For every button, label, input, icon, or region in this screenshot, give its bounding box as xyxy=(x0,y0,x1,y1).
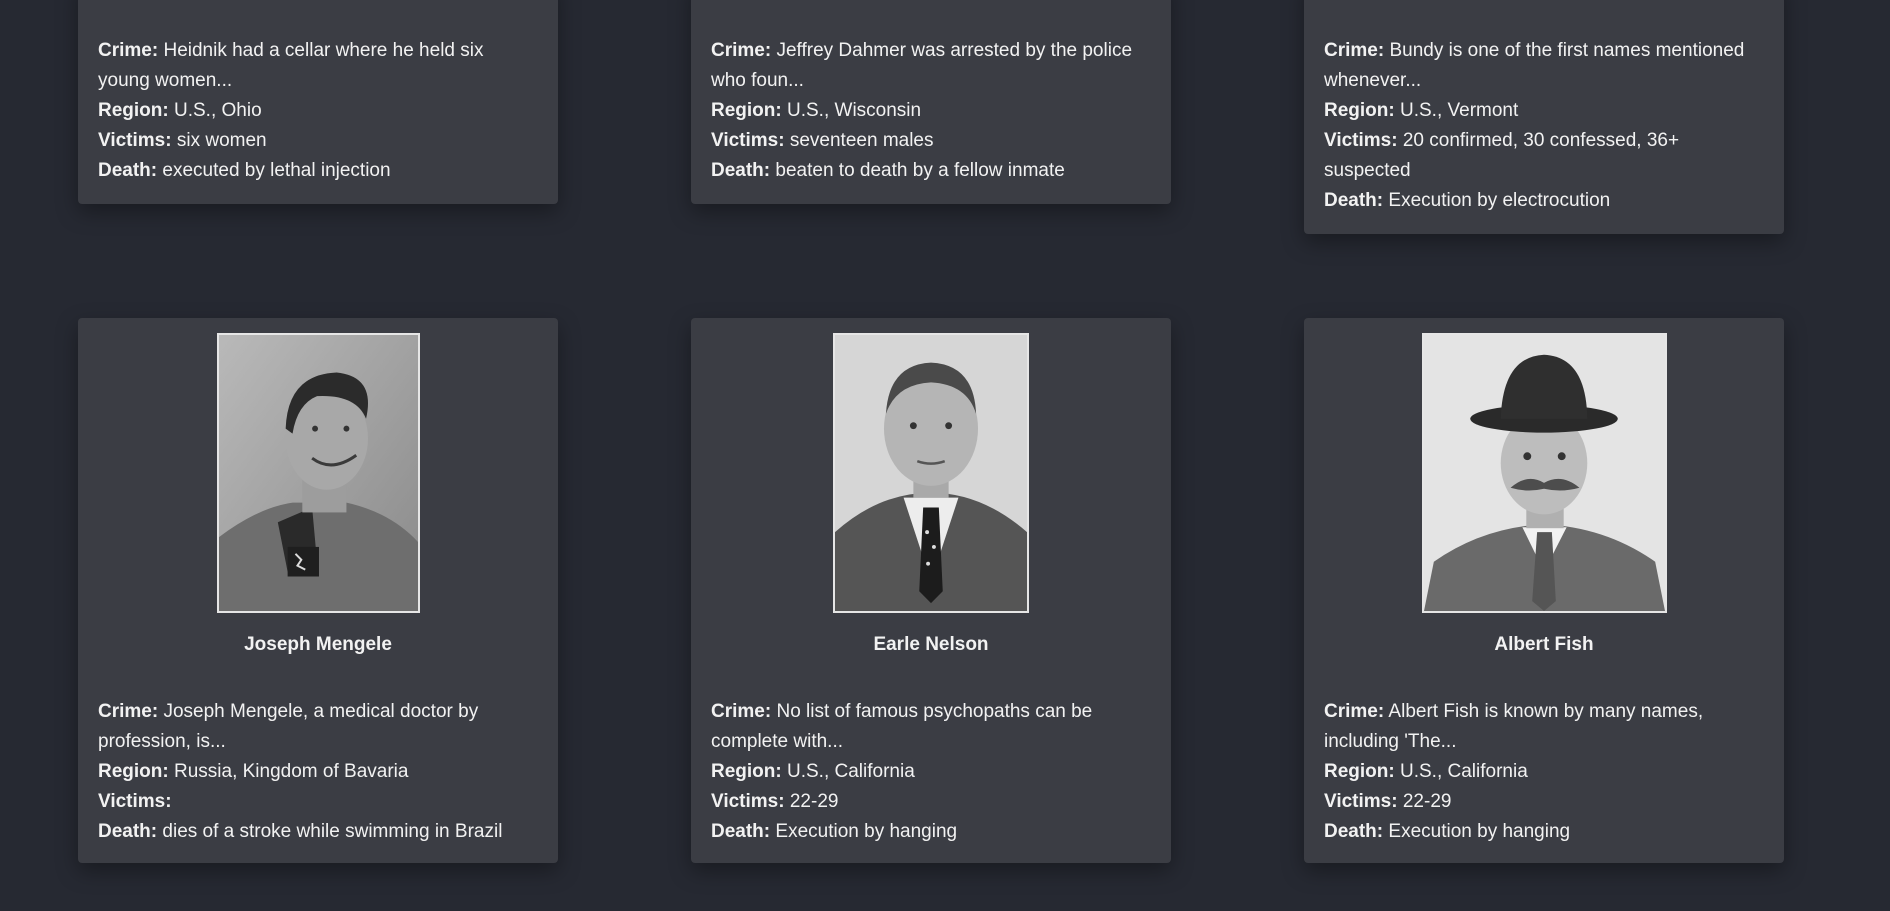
profile-name: Joseph Mengele xyxy=(244,634,392,655)
victims-row: Victims: six women xyxy=(98,130,267,151)
portrait-photo xyxy=(833,333,1029,613)
victims-text: seventeen males xyxy=(789,130,934,151)
card-details: Crime: Joseph Mengele, a medical doctor … xyxy=(98,697,538,847)
profile-card: Earle Nelson Crime: No list of famous ps… xyxy=(691,318,1171,863)
profile-card: Crime: Heidnik had a cellar where he hel… xyxy=(78,0,558,204)
crime-row: Crime: Joseph Mengele, a medical doctor … xyxy=(98,701,479,752)
death-text: Execution by electrocution xyxy=(1388,190,1611,211)
victims-row: Victims: 22-29 xyxy=(1324,791,1452,812)
victims-row: Victims: xyxy=(98,791,172,812)
crime-row: Crime: Albert Fish is known by many name… xyxy=(1324,701,1704,752)
crime-row: Crime: Bundy is one of the first names m… xyxy=(1324,40,1745,91)
card-details: Crime: Bundy is one of the first names m… xyxy=(1324,0,1764,234)
death-row: Death: Execution by electrocution xyxy=(1324,190,1611,211)
region-row: Region: U.S., Wisconsin xyxy=(711,100,922,121)
profile-card: Albert Fish Crime: Albert Fish is known … xyxy=(1304,318,1784,863)
victims-row: Victims: 22-29 xyxy=(711,791,839,812)
region-row: Region: U.S., California xyxy=(1324,761,1528,782)
profile-card: Crime: Bundy is one of the first names m… xyxy=(1304,0,1784,234)
death-text: Execution by hanging xyxy=(1388,821,1571,842)
region-text: U.S., Wisconsin xyxy=(787,100,922,121)
crime-row: Crime: Heidnik had a cellar where he hel… xyxy=(98,40,484,91)
region-text: U.S., California xyxy=(787,761,915,782)
card-details: Crime: Albert Fish is known by many name… xyxy=(1324,697,1764,847)
victims-text: 22-29 xyxy=(1402,791,1452,812)
profile-name: Earle Nelson xyxy=(873,634,989,655)
crime-text: Bundy is one of the first names mentione… xyxy=(1324,40,1745,91)
profile-card: Crime: Jeffrey Dahmer was arrested by th… xyxy=(691,0,1171,204)
region-row: Region: Russia, Kingdom of Bavaria xyxy=(98,761,409,782)
death-text: beaten to death by a fellow inmate xyxy=(775,160,1065,181)
death-row: Death: dies of a stroke while swimming i… xyxy=(98,821,503,842)
death-text: Execution by hanging xyxy=(775,821,958,842)
death-row: Death: beaten to death by a fellow inmat… xyxy=(711,160,1065,181)
crime-row: Crime: Jeffrey Dahmer was arrested by th… xyxy=(711,40,1133,91)
victims-row: Victims: seventeen males xyxy=(711,130,934,151)
region-text: U.S., California xyxy=(1400,761,1528,782)
victims-text: 22-29 xyxy=(789,791,839,812)
card-details: Crime: Jeffrey Dahmer was arrested by th… xyxy=(711,0,1151,204)
region-text: Russia, Kingdom of Bavaria xyxy=(174,761,409,782)
profile-card: Joseph Mengele Crime: Joseph Mengele, a … xyxy=(78,318,558,863)
victims-row: Victims: 20 confirmed, 30 confessed, 36+… xyxy=(1324,130,1680,181)
portrait-photo xyxy=(1421,333,1667,613)
card-details: Crime: Heidnik had a cellar where he hel… xyxy=(98,0,538,204)
region-row: Region: U.S., Vermont xyxy=(1324,100,1519,121)
portrait-photo xyxy=(216,333,420,613)
death-row: Death: executed by lethal injection xyxy=(98,160,391,181)
region-row: Region: U.S., California xyxy=(711,761,915,782)
card-details: Crime: No list of famous psychopaths can… xyxy=(711,697,1151,847)
victims-text: six women xyxy=(176,130,267,151)
region-text: U.S., Ohio xyxy=(174,100,262,121)
death-row: Death: Execution by hanging xyxy=(711,821,958,842)
region-text: U.S., Vermont xyxy=(1400,100,1519,121)
death-text: executed by lethal injection xyxy=(162,160,391,181)
death-text: dies of a stroke while swimming in Brazi… xyxy=(162,821,503,842)
profile-name: Albert Fish xyxy=(1494,634,1594,655)
region-row: Region: U.S., Ohio xyxy=(98,100,262,121)
death-row: Death: Execution by hanging xyxy=(1324,821,1571,842)
crime-row: Crime: No list of famous psychopaths can… xyxy=(711,701,1093,752)
crime-text: Jeffrey Dahmer was arrested by the polic… xyxy=(711,40,1133,91)
